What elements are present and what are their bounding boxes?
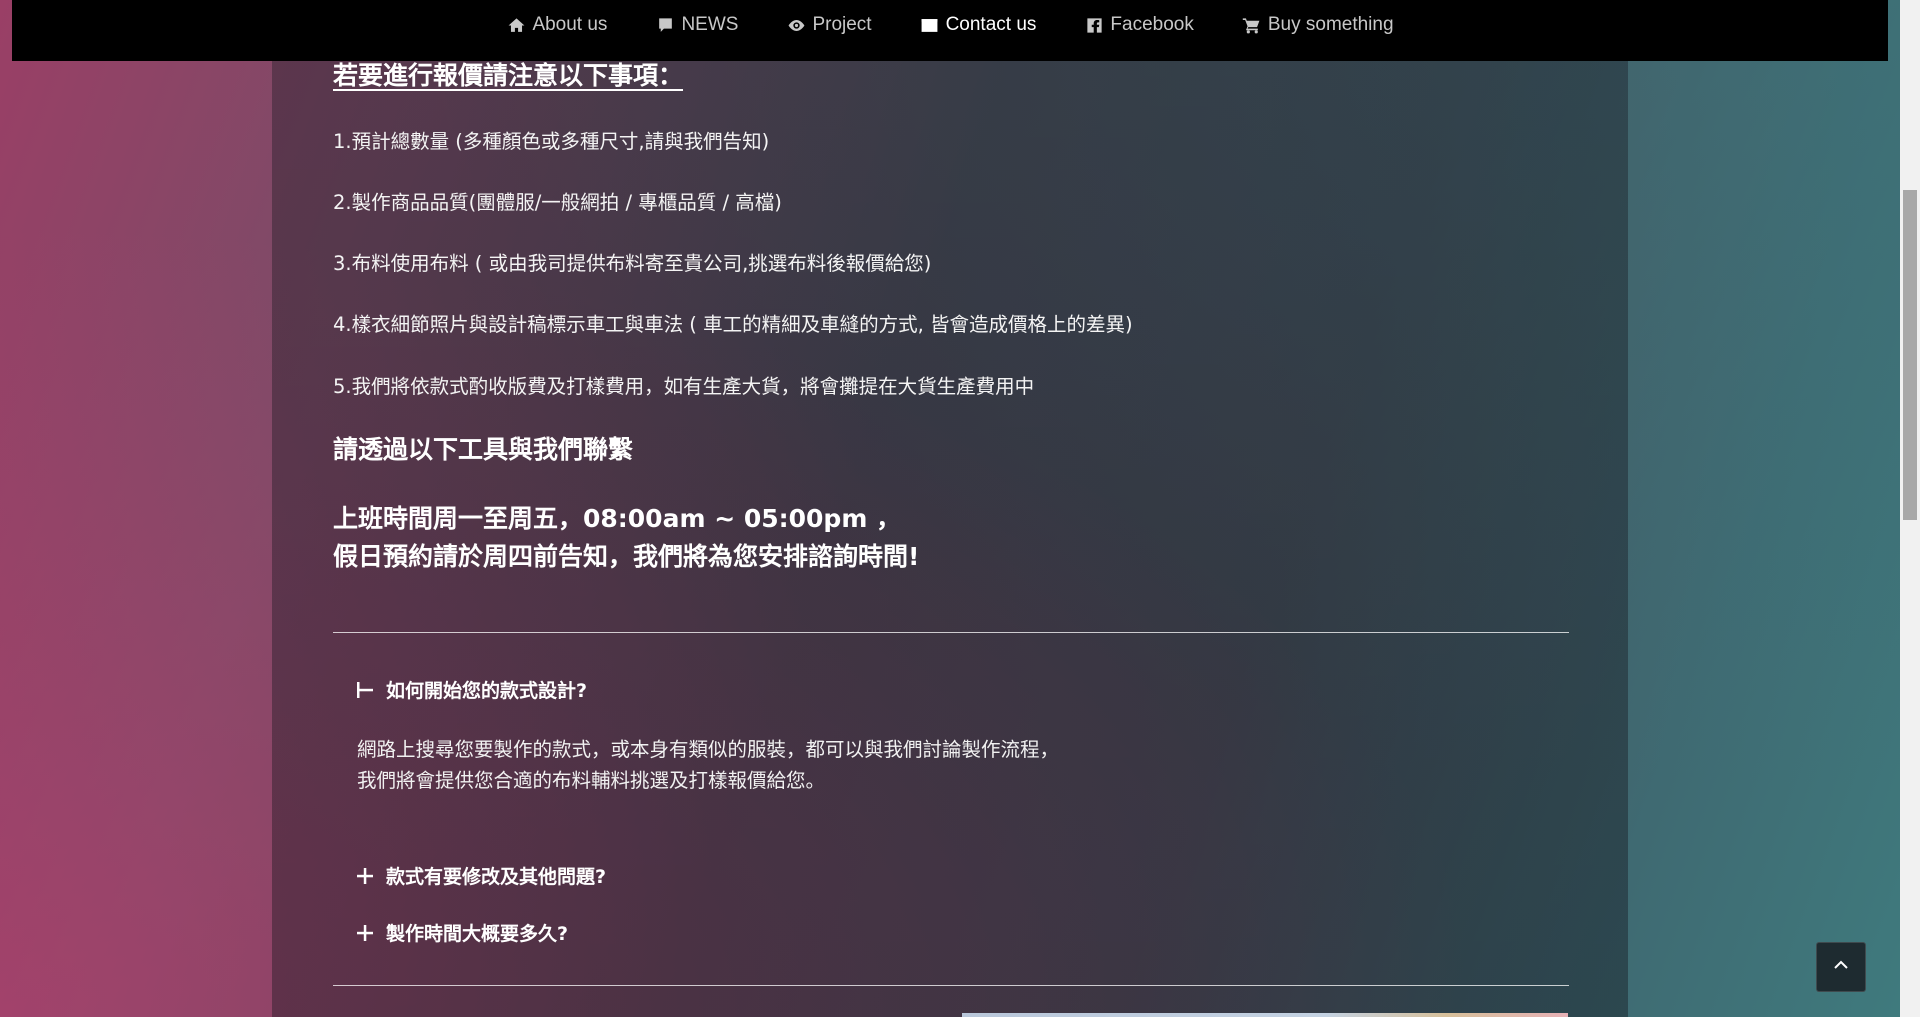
envelope-icon: [920, 15, 940, 35]
facebook-icon: [1084, 15, 1104, 35]
nav-label: About us: [532, 14, 608, 35]
notice-item: 5.我們將依款式酌收版費及打樣費用，如有生產大貨，將會攤提在大貨生產費用中: [333, 375, 1035, 398]
notice-item: 3.布料使用布料 ( 或由我司提供布料寄至貴公司,挑選布料後報價給您): [333, 252, 932, 275]
nav-item-news[interactable]: NEWS: [655, 14, 738, 36]
chevron-up-icon: [1832, 956, 1850, 978]
nav-label: Facebook: [1110, 14, 1194, 35]
nav-item-contact-us[interactable]: Contact us: [920, 14, 1037, 36]
nav-item-facebook[interactable]: Facebook: [1084, 14, 1194, 36]
top-navbar: About us NEWS Project Contact us Faceboo…: [12, 0, 1888, 61]
nav-item-about-us[interactable]: About us: [506, 14, 607, 36]
divider: [333, 632, 1569, 633]
faq-item-2-toggle[interactable]: 款式有要修改及其他問題?: [356, 862, 606, 889]
faq-title: 款式有要修改及其他問題?: [386, 866, 607, 888]
vertical-scrollbar[interactable]: [1900, 0, 1920, 1017]
nav-label: NEWS: [681, 14, 739, 35]
nav-item-buy-something[interactable]: Buy something: [1242, 14, 1394, 36]
hours-line: 假日預約請於周四前告知，我們將為您安排諮詢時間!: [333, 542, 920, 571]
divider: [333, 985, 1569, 986]
plus-icon: [356, 924, 374, 942]
cart-icon: [1242, 15, 1262, 35]
notice-item: 2.製作商品品質(團體服/一般網拍 / 專櫃品質 / 高檔): [333, 191, 782, 214]
contact-title: 請透過以下工具與我們聯繫: [333, 435, 634, 464]
faq-title: 如何開始您的款式設計?: [386, 680, 588, 702]
home-icon: [506, 15, 526, 35]
scrollbar-thumb[interactable]: [1903, 190, 1917, 520]
nav-label: Buy something: [1267, 14, 1394, 35]
nav-item-project[interactable]: Project: [786, 14, 872, 36]
collapse-icon: [356, 681, 374, 699]
hours-line: 上班時間周一至周五，08:00am ~ 05:00pm ，: [333, 504, 902, 533]
back-to-top-button[interactable]: [1816, 942, 1866, 992]
image-preview-edge: [962, 1013, 1568, 1017]
faq-item-1-toggle[interactable]: 如何開始您的款式設計?: [356, 676, 587, 703]
plus-icon: [356, 867, 374, 885]
eye-icon: [786, 15, 806, 35]
notice-item: 1.預計總數量 (多種顏色或多種尺寸,請與我們告知): [333, 130, 770, 153]
faq-title: 製作時間大概要多久?: [386, 923, 569, 945]
faq-body-line: 網路上搜尋您要製作的款式，或本身有類似的服裝，都可以與我們討論製作流程，: [357, 738, 1060, 761]
comment-icon: [655, 15, 675, 35]
faq-body-line: 我們將會提供您合適的布料輔料挑選及打樣報價給您。: [357, 769, 826, 792]
nav-label: Project: [812, 14, 872, 35]
faq-item-3-toggle[interactable]: 製作時間大概要多久?: [356, 919, 568, 946]
business-hours: 上班時間周一至周五，08:00am ~ 05:00pm ， 假日預約請於周四前告…: [333, 500, 919, 576]
notice-heading: 若要進行報價請注意以下事項：: [333, 61, 684, 90]
notice-item: 4.樣衣細節照片與設計稿標示車工與車法 ( 車工的精細及車縫的方式, 皆會造成價…: [333, 313, 1133, 336]
faq-item-1-body: 網路上搜尋您要製作的款式，或本身有類似的服裝，都可以與我們討論製作流程， 我們將…: [357, 734, 1059, 796]
nav-label: Contact us: [945, 14, 1037, 35]
nav-menu: About us NEWS Project Contact us Faceboo…: [12, 0, 1888, 50]
